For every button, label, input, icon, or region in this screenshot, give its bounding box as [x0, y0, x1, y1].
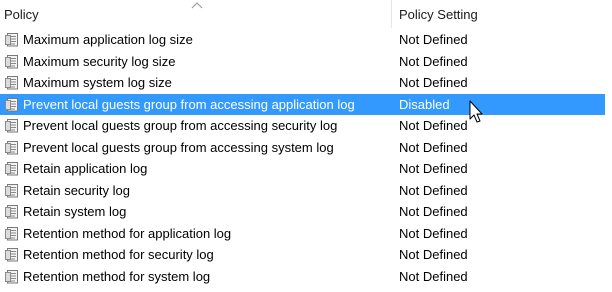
column-header-policy-label: Policy [4, 7, 39, 22]
policy-name: Maximum security log size [23, 53, 176, 69]
policy-name: Maximum system log size [23, 75, 172, 90]
policy-setting-value: Not Defined [399, 268, 468, 284]
table-row[interactable]: Maximum application log size Not Defined [0, 29, 605, 51]
table-row[interactable]: Retention method for security log Not De… [0, 244, 605, 266]
policy-document-icon [5, 54, 18, 68]
policy-name: Retention method for application log [23, 225, 232, 241]
policy-name: Prevent local guests group from accessin… [23, 139, 334, 155]
policy-setting-value: Not Defined [399, 247, 468, 262]
policy-rows: Maximum application log size Not Defined… [0, 29, 612, 287]
policy-name: Prevent local guests group from accessin… [23, 96, 355, 112]
table-row-selected[interactable]: Prevent local guests group from accessin… [0, 93, 605, 115]
policy-document-icon [5, 140, 18, 154]
policy-list-view[interactable]: Policy Policy Setting Maximum applicatio… [0, 0, 612, 292]
policy-name: Retain system log [23, 204, 127, 219]
table-row[interactable]: Maximum system log size Not Defined [0, 72, 605, 94]
policy-document-icon [5, 119, 18, 133]
policy-setting-value: Not Defined [399, 75, 468, 90]
policy-setting-value: Not Defined [399, 161, 468, 176]
policy-name: Retention method for security log [23, 247, 214, 262]
table-row[interactable]: Prevent local guests group from accessin… [0, 115, 605, 137]
policy-setting-value: Not Defined [399, 225, 468, 241]
policy-name: Maximum application log size [23, 32, 193, 47]
policy-setting-value: Disabled [399, 96, 450, 112]
policy-setting-value: Not Defined [399, 204, 468, 219]
table-row[interactable]: Maximum security log size Not Defined [0, 51, 605, 73]
table-row[interactable]: Retain security log Not Defined [0, 180, 605, 202]
policy-setting-value: Not Defined [399, 32, 468, 47]
column-header-policy[interactable]: Policy [0, 0, 391, 28]
policy-name: Prevent local guests group from accessin… [23, 118, 338, 133]
policy-document-icon [5, 248, 18, 262]
policy-document-icon [5, 33, 18, 47]
list-header: Policy Policy Setting [0, 0, 612, 28]
policy-setting-value: Not Defined [399, 139, 468, 155]
table-row[interactable]: Retention method for application log Not… [0, 223, 605, 245]
policy-document-icon [5, 76, 18, 90]
policy-document-icon [5, 97, 18, 111]
policy-name: Retention method for system log [23, 268, 211, 284]
policy-setting-value: Not Defined [399, 118, 468, 133]
policy-setting-value: Not Defined [399, 53, 468, 69]
policy-document-icon [5, 226, 18, 240]
policy-name: Retain application log [23, 161, 148, 176]
sort-ascending-icon [191, 2, 203, 9]
policy-name: Retain security log [23, 182, 130, 198]
column-header-policy-setting-label: Policy Setting [399, 7, 478, 22]
policy-document-icon [5, 183, 18, 197]
policy-document-icon [5, 269, 18, 283]
policy-setting-value: Not Defined [399, 182, 468, 198]
table-row[interactable]: Retention method for system log Not Defi… [0, 266, 605, 288]
table-row[interactable]: Prevent local guests group from accessin… [0, 137, 605, 159]
table-row[interactable]: Retain application log Not Defined [0, 158, 605, 180]
mouse-pointer-icon [469, 100, 483, 123]
column-header-policy-setting[interactable]: Policy Setting [392, 0, 612, 28]
policy-document-icon [5, 205, 18, 219]
table-row[interactable]: Retain system log Not Defined [0, 201, 605, 223]
policy-document-icon [5, 162, 18, 176]
